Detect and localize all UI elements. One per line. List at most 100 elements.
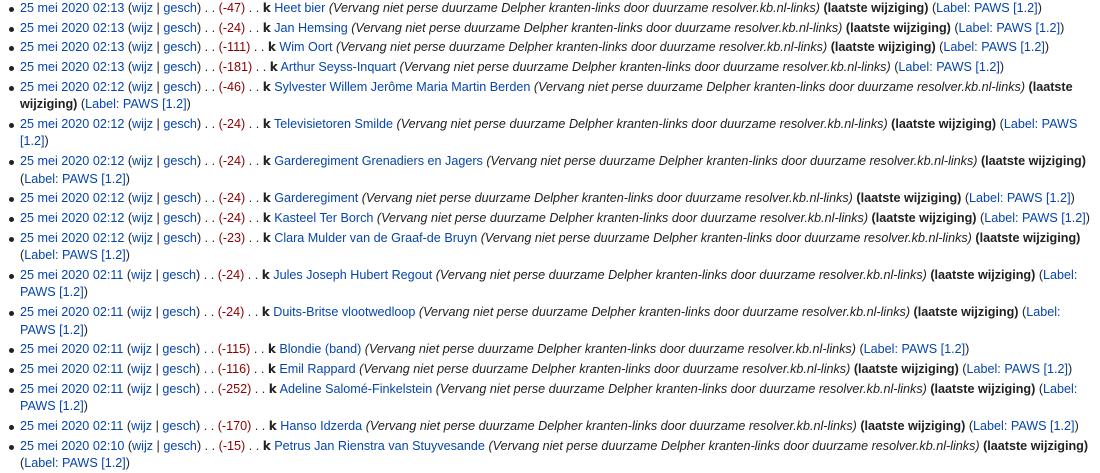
tag-prefix-link[interactable]: Label: <box>984 211 1018 225</box>
tag-link[interactable]: PAWS [1.2] <box>20 285 84 299</box>
tag-link[interactable]: PAWS [1.2] <box>1004 362 1068 376</box>
tag-prefix-link[interactable]: Label: <box>24 456 58 470</box>
page-link[interactable]: Garderegiment Grenadiers en Jagers <box>274 154 483 168</box>
page-link[interactable]: Duits-Britse vlootwedloop <box>273 305 415 319</box>
timestamp-link[interactable]: 25 mei 2020 02:13 <box>20 21 124 35</box>
tag-link[interactable]: PAWS [1.2] <box>1022 211 1086 225</box>
tag-prefix-link[interactable]: Label: <box>966 362 1000 376</box>
tag-link[interactable]: PAWS [1.2] <box>936 60 1000 74</box>
page-link[interactable]: Garderegiment <box>274 191 358 205</box>
tag-prefix-link[interactable]: Label: <box>24 248 58 262</box>
page-link[interactable]: Jules Joseph Hubert Regout <box>273 268 432 282</box>
diff-link[interactable]: wijz <box>131 419 152 433</box>
tag-link[interactable]: PAWS [1.2] <box>1011 419 1075 433</box>
diff-link[interactable]: wijz <box>132 191 153 205</box>
diff-link[interactable]: wijz <box>132 231 153 245</box>
tag-link[interactable]: PAWS [1.2] <box>974 1 1038 15</box>
diff-link[interactable]: wijz <box>132 1 153 15</box>
diff-link[interactable]: wijz <box>132 154 153 168</box>
tag-prefix-link[interactable]: Label: <box>85 97 119 111</box>
diff-link[interactable]: wijz <box>131 305 152 319</box>
timestamp-link[interactable]: 25 mei 2020 02:11 <box>20 342 123 356</box>
tag-prefix-link[interactable]: Label: <box>1026 305 1060 319</box>
page-link[interactable]: Clara Mulder van de Graaf-de Bruyn <box>274 231 477 245</box>
tag-link[interactable]: PAWS [1.2] <box>20 399 84 413</box>
diff-link[interactable]: wijz <box>131 362 152 376</box>
tag-link[interactable]: PAWS [1.2] <box>981 40 1045 54</box>
diff-link[interactable]: wijz <box>132 60 153 74</box>
tag-prefix-link[interactable]: Label: <box>1043 268 1077 282</box>
tag-prefix-link[interactable]: Label: <box>936 1 970 15</box>
history-link[interactable]: gesch <box>162 419 196 433</box>
timestamp-link[interactable]: 25 mei 2020 02:12 <box>20 80 124 94</box>
timestamp-link[interactable]: 25 mei 2020 02:13 <box>20 1 124 15</box>
page-link[interactable]: Emil Rappard <box>279 362 355 376</box>
page-link[interactable]: Jan Hemsing <box>274 21 348 35</box>
history-link[interactable]: gesch <box>163 154 197 168</box>
tag-link[interactable]: PAWS [1.2] <box>123 97 187 111</box>
timestamp-link[interactable]: 25 mei 2020 02:11 <box>20 419 123 433</box>
page-link[interactable]: Petrus Jan Rienstra van Stuyvesande <box>274 439 485 453</box>
timestamp-link[interactable]: 25 mei 2020 02:13 <box>20 40 124 54</box>
diff-link[interactable]: wijz <box>132 80 153 94</box>
tag-prefix-link[interactable]: Label: <box>898 60 932 74</box>
history-link[interactable]: gesch <box>163 80 197 94</box>
tag-prefix-link[interactable]: Label: <box>959 21 993 35</box>
timestamp-link[interactable]: 25 mei 2020 02:12 <box>20 154 124 168</box>
tag-prefix-link[interactable]: Label: <box>969 191 1003 205</box>
timestamp-link[interactable]: 25 mei 2020 02:11 <box>20 268 123 282</box>
history-link[interactable]: gesch <box>162 342 196 356</box>
tag-prefix-link[interactable]: Label: <box>864 342 898 356</box>
tag-link[interactable]: PAWS [1.2] <box>1007 191 1071 205</box>
history-link[interactable]: gesch <box>162 305 196 319</box>
history-link[interactable]: gesch <box>163 211 197 225</box>
diff-link[interactable]: wijz <box>132 117 153 131</box>
timestamp-link[interactable]: 25 mei 2020 02:10 <box>20 439 124 453</box>
history-link[interactable]: gesch <box>163 439 197 453</box>
history-link[interactable]: gesch <box>163 1 197 15</box>
page-link[interactable]: Sylvester Willem Jerôme Maria Martin Ber… <box>274 80 530 94</box>
tag-link[interactable]: PAWS [1.2] <box>20 323 84 337</box>
history-link[interactable]: gesch <box>162 382 196 396</box>
tag-prefix-link[interactable]: Label: <box>24 172 58 186</box>
tag-prefix-link[interactable]: Label: <box>943 40 977 54</box>
tag-prefix-link[interactable]: Label: <box>1043 382 1077 396</box>
timestamp-link[interactable]: 25 mei 2020 02:13 <box>20 60 124 74</box>
diff-link[interactable]: wijz <box>132 211 153 225</box>
history-link[interactable]: gesch <box>162 362 196 376</box>
page-link[interactable]: Adeline Salomé-Finkelstein <box>280 382 433 396</box>
diff-link[interactable]: wijz <box>131 342 152 356</box>
history-link[interactable]: gesch <box>163 191 197 205</box>
history-link[interactable]: gesch <box>163 21 197 35</box>
page-link[interactable]: Arthur Seyss-Inquart <box>281 60 397 74</box>
history-link[interactable]: gesch <box>163 117 197 131</box>
diff-link[interactable]: wijz <box>132 21 153 35</box>
timestamp-link[interactable]: 25 mei 2020 02:12 <box>20 211 124 225</box>
tag-link[interactable]: PAWS [1.2] <box>62 456 126 470</box>
tag-link[interactable]: PAWS [1.2] <box>62 248 126 262</box>
diff-link[interactable]: wijz <box>132 439 153 453</box>
page-link[interactable]: Wim Oort <box>279 40 332 54</box>
timestamp-link[interactable]: 25 mei 2020 02:11 <box>20 305 123 319</box>
diff-link[interactable]: wijz <box>132 40 153 54</box>
timestamp-link[interactable]: 25 mei 2020 02:12 <box>20 117 124 131</box>
history-link[interactable]: gesch <box>163 231 197 245</box>
tag-prefix-link[interactable]: Label: <box>1004 117 1038 131</box>
tag-link[interactable]: PAWS [1.2] <box>62 172 126 186</box>
timestamp-link[interactable]: 25 mei 2020 02:12 <box>20 231 124 245</box>
page-link[interactable]: Heet bier <box>274 1 325 15</box>
timestamp-link[interactable]: 25 mei 2020 02:11 <box>20 382 123 396</box>
history-link[interactable]: gesch <box>163 40 197 54</box>
diff-link[interactable]: wijz <box>131 268 152 282</box>
page-link[interactable]: Televisietoren Smilde <box>274 117 393 131</box>
tag-prefix-link[interactable]: Label: <box>973 419 1007 433</box>
history-link[interactable]: gesch <box>163 60 197 74</box>
tag-link[interactable]: PAWS [1.2] <box>901 342 965 356</box>
diff-link[interactable]: wijz <box>131 382 152 396</box>
timestamp-link[interactable]: 25 mei 2020 02:11 <box>20 362 123 376</box>
page-link[interactable]: Kasteel Ter Borch <box>274 211 373 225</box>
history-link[interactable]: gesch <box>162 268 196 282</box>
tag-link[interactable]: PAWS [1.2] <box>996 21 1060 35</box>
timestamp-link[interactable]: 25 mei 2020 02:12 <box>20 191 124 205</box>
page-link[interactable]: Hanso Idzerda <box>280 419 362 433</box>
